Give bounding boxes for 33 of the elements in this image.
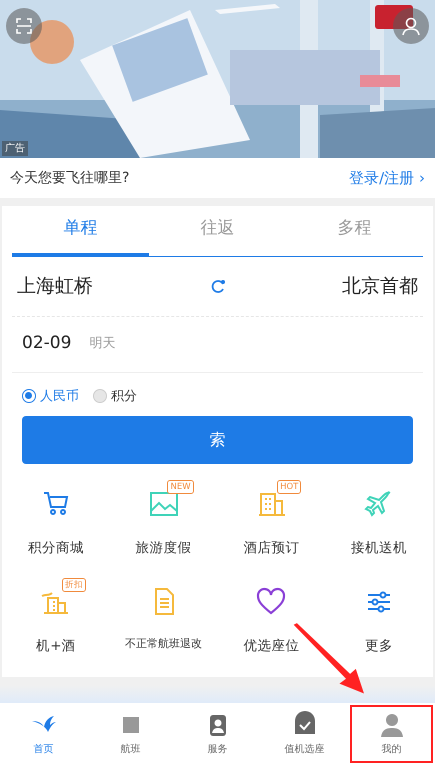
currency-radio[interactable]: 人民币: [22, 386, 79, 406]
service-item[interactable]: 积分商城: [2, 478, 110, 558]
service-tag: 折扣: [62, 578, 86, 592]
service-item[interactable]: 优选座位: [218, 576, 326, 656]
user-icon: [401, 16, 421, 36]
tab-bar-item[interactable]: 服务: [174, 703, 261, 765]
service-item[interactable]: 接机送机: [325, 478, 433, 558]
trip-tab[interactable]: 单程: [12, 206, 149, 256]
tab-bar-item[interactable]: 值机选座: [261, 703, 348, 765]
scan-icon: [15, 17, 33, 35]
profile-button[interactable]: [393, 8, 429, 44]
currency-radio[interactable]: 积分: [93, 386, 137, 406]
scan-button[interactable]: [6, 8, 42, 44]
service-tag: NEW: [167, 480, 194, 494]
search-button[interactable]: 索: [22, 416, 413, 464]
service-item[interactable]: 不正常航班退改: [110, 576, 218, 656]
service-item[interactable]: NEW 旅游度假: [110, 478, 218, 558]
service-item[interactable]: 折扣 机+酒: [2, 576, 110, 656]
service-item[interactable]: HOT 酒店预订: [218, 478, 326, 558]
swap-icon: [210, 278, 226, 294]
date-value[interactable]: 02-09: [22, 331, 72, 357]
departure-city[interactable]: 上海虹桥: [17, 272, 93, 300]
service-item[interactable]: 更多: [325, 576, 433, 656]
tab-bar-item[interactable]: 我的: [348, 703, 435, 765]
greeting-text: 今天您要飞往哪里?: [10, 168, 130, 188]
ad-label: 广告: [2, 141, 28, 156]
tab-bar-item[interactable]: 航班: [87, 703, 174, 765]
login-link[interactable]: 登录/注册 ›: [349, 166, 425, 190]
service-tag: HOT: [277, 480, 302, 494]
arrival-city[interactable]: 北京首都: [342, 272, 418, 300]
heart-icon: [255, 586, 288, 616]
date-note: 明天: [89, 335, 116, 354]
tab-bar-item[interactable]: 首页: [0, 703, 87, 765]
